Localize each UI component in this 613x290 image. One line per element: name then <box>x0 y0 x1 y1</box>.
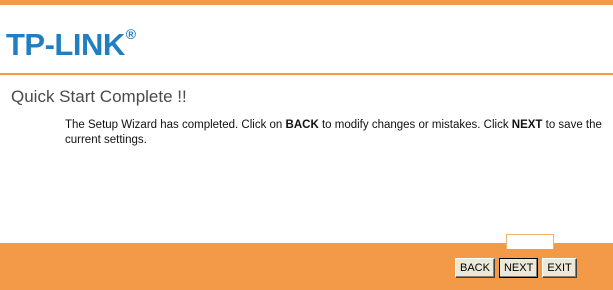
main-content: Quick Start Complete !! The Setup Wizard… <box>0 75 613 243</box>
button-highlight-frame <box>506 234 554 249</box>
header: TP-LINK® <box>0 5 613 73</box>
exit-button[interactable]: EXIT <box>542 258 577 278</box>
tp-link-logo: TP-LINK® <box>6 26 136 62</box>
registered-mark: ® <box>125 26 136 42</box>
back-button[interactable]: BACK <box>455 258 495 278</box>
message-next-keyword: NEXT <box>511 119 543 131</box>
footer-bar: BACK NEXT EXIT <box>0 234 613 290</box>
message-text-2: to modify changes or mistakes. Click <box>318 119 512 131</box>
next-button[interactable]: NEXT <box>498 258 539 278</box>
wizard-button-group: BACK NEXT EXIT <box>455 258 577 278</box>
logo-text: TP-LINK <box>6 27 125 62</box>
message-back-keyword: BACK <box>285 119 319 131</box>
completion-message: The Setup Wizard has completed. Click on… <box>65 118 605 148</box>
page-title: Quick Start Complete !! <box>11 87 187 106</box>
message-text-1: The Setup Wizard has completed. Click on <box>65 119 286 131</box>
router-setup-window: TP-LINK® Quick Start Complete !! The Set… <box>0 0 613 290</box>
